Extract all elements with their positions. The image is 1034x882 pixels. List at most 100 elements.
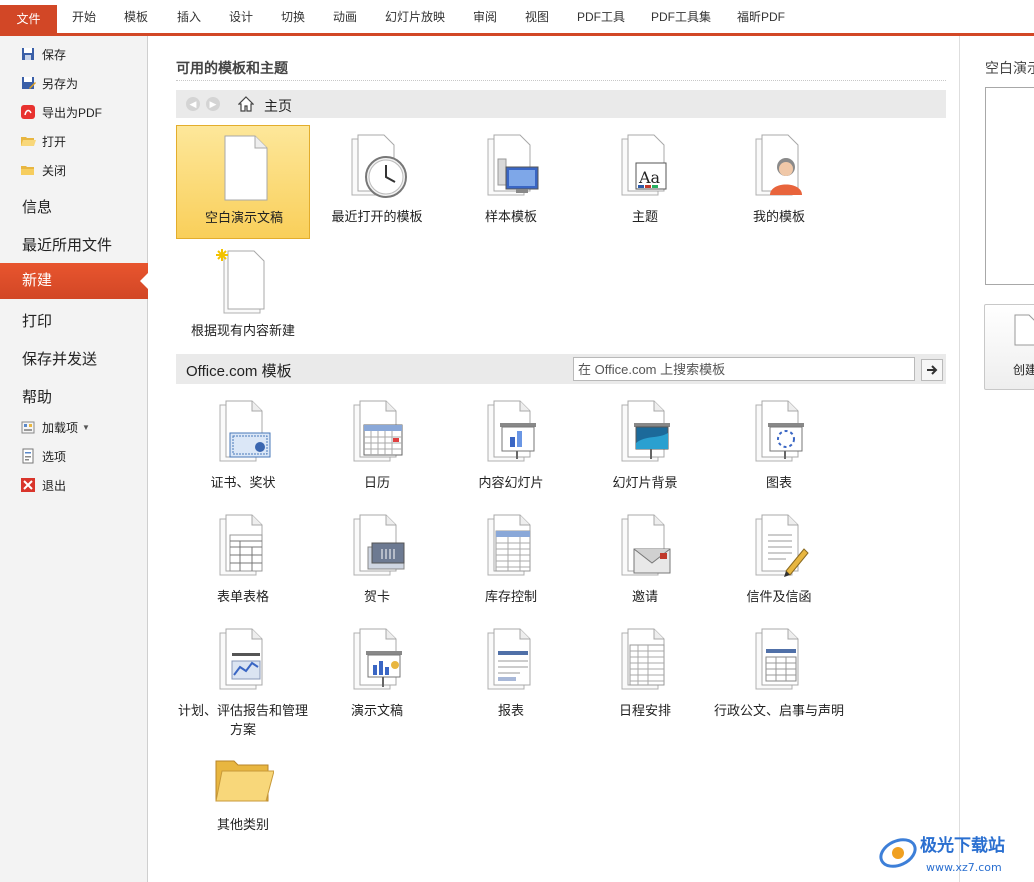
nav-open[interactable]: 打开 <box>20 131 66 151</box>
back-arrow-icon[interactable]: ◀ <box>186 97 200 111</box>
tab-transitions[interactable]: 切换 <box>281 8 305 25</box>
open-folder-icon <box>20 133 36 149</box>
tab-pdf-tools[interactable]: PDF工具 <box>577 8 625 25</box>
preview-pane: 空白演示 创建 <box>959 36 1034 882</box>
tile-label: 最近打开的模板 <box>331 209 423 224</box>
recent-clock-icon <box>351 134 407 198</box>
tile-office-template[interactable]: 信件及信函 <box>712 505 846 619</box>
tile-recent-templates[interactable]: 最近打开的模板 <box>310 125 444 239</box>
tile-office-template[interactable]: 幻灯片背景 <box>578 391 712 505</box>
office-templates-title: Office.com 模板 <box>186 363 292 380</box>
tile-sample-templates[interactable]: 样本模板 <box>444 125 578 239</box>
tab-templates[interactable]: 模板 <box>124 8 148 25</box>
nav-new[interactable]: 新建 <box>0 263 149 299</box>
ribbon-tab-bar: 文件 开始 模板 插入 设计 切换 动画 幻灯片放映 审阅 视图 PDF工具 P… <box>0 0 1034 36</box>
search-go-button[interactable] <box>921 359 943 381</box>
tile-office-template[interactable]: 演示文稿 <box>310 619 444 733</box>
tab-review[interactable]: 审阅 <box>473 8 497 25</box>
sample-template-icon <box>487 134 539 196</box>
nav-recent[interactable]: 最近所用文件 <box>22 234 112 255</box>
tile-new-from-existing[interactable]: 根据现有内容新建 <box>176 239 310 353</box>
preview-thumbnail <box>985 87 1034 285</box>
tile-label: 图表 <box>765 475 792 490</box>
nav-save-send[interactable]: 保存并发送 <box>22 348 97 369</box>
tile-label: 信件及信函 <box>746 589 812 604</box>
nav-print[interactable]: 打印 <box>22 310 52 331</box>
save-as-icon <box>20 75 36 91</box>
tile-label: 演示文稿 <box>350 703 403 718</box>
nav-save[interactable]: 保存 <box>20 44 66 64</box>
watermark-text: 极光下载站 <box>920 835 1005 856</box>
tile-office-template[interactable]: 表单表格 <box>176 505 310 619</box>
svg-text:Aa: Aa <box>638 168 661 187</box>
watermark-url: www.xz7.com <box>926 861 1002 874</box>
tile-office-template[interactable]: 计划、评估报告和管理方案 <box>176 619 310 737</box>
nav-close[interactable]: 关闭 <box>20 160 66 180</box>
nav-info[interactable]: 信息 <box>22 196 52 217</box>
tile-blank-presentation[interactable]: 空白演示文稿 <box>176 125 310 239</box>
form-table-icon <box>219 514 263 576</box>
nav-export-pdf-label: 导出为PDF <box>42 105 103 120</box>
tab-foxit-pdf[interactable]: 福昕PDF <box>737 8 785 25</box>
arrow-right-icon <box>927 365 938 375</box>
tab-insert[interactable]: 插入 <box>177 8 201 25</box>
official-document-icon <box>755 628 799 690</box>
nav-save-as[interactable]: 另存为 <box>20 73 78 93</box>
home-breadcrumb[interactable]: 主页 <box>264 96 292 116</box>
tile-office-template[interactable]: 证书、奖状 <box>176 391 310 505</box>
nav-save-label: 保存 <box>42 47 67 62</box>
new-from-existing-icon <box>216 249 265 314</box>
nav-options[interactable]: 选项 <box>20 446 66 466</box>
tab-pdf-toolset[interactable]: PDF工具集 <box>651 8 711 25</box>
create-button-label: 创建 <box>1013 363 1034 377</box>
tile-label: 空白演示文稿 <box>204 210 283 225</box>
tile-my-templates[interactable]: 我的模板 <box>712 125 846 239</box>
nav-options-label: 选项 <box>42 449 67 464</box>
tile-label: 证书、奖状 <box>210 475 276 490</box>
slide-background-icon <box>621 400 670 462</box>
tab-view[interactable]: 视图 <box>525 8 549 25</box>
tile-office-template[interactable]: 邀请 <box>578 505 712 619</box>
letter-icon <box>755 514 809 577</box>
tile-office-template[interactable]: 报表 <box>444 619 578 733</box>
theme-aa-icon: Aa <box>621 134 667 196</box>
available-templates-title: 可用的模板和主题 <box>176 60 288 76</box>
tab-home[interactable]: 开始 <box>72 8 96 25</box>
greeting-card-icon <box>353 514 405 576</box>
tab-file[interactable]: 文件 <box>0 5 57 33</box>
presentation-icon <box>353 628 402 690</box>
tab-slideshow[interactable]: 幻灯片放映 <box>385 8 445 25</box>
save-icon <box>20 46 36 62</box>
tile-office-template[interactable]: 贺卡 <box>310 505 444 619</box>
watermark-logo: 极光下载站 www.xz7.com <box>876 829 1026 877</box>
tile-label: 贺卡 <box>363 589 390 604</box>
tile-label: 其他类别 <box>216 817 269 832</box>
tile-office-template[interactable]: 日历 <box>310 391 444 505</box>
forward-arrow-icon[interactable]: ▶ <box>206 97 220 111</box>
tile-office-template[interactable]: 其他类别 <box>176 733 310 847</box>
tile-office-template[interactable]: 内容幻灯片 <box>444 391 578 505</box>
tile-office-template[interactable]: 库存控制 <box>444 505 578 619</box>
tab-design[interactable]: 设计 <box>229 8 253 25</box>
tile-themes[interactable]: Aa 主题 <box>578 125 712 239</box>
tile-label: 行政公文、启事与声明 <box>713 703 844 718</box>
nav-addins[interactable]: 加载项 ▼ <box>20 417 90 437</box>
preview-title: 空白演示 <box>985 60 1034 76</box>
tile-label: 主题 <box>631 209 658 224</box>
tile-label: 日程安排 <box>618 703 671 718</box>
tile-office-template[interactable]: 图表 <box>712 391 846 505</box>
nav-help[interactable]: 帮助 <box>22 386 52 407</box>
create-button[interactable]: 创建 <box>984 304 1034 390</box>
nav-export-pdf[interactable]: 导出为PDF <box>20 102 102 122</box>
chevron-down-icon: ▼ <box>82 422 90 432</box>
close-folder-icon <box>20 162 36 178</box>
tile-label: 表单表格 <box>216 589 269 604</box>
home-icon[interactable] <box>238 96 254 112</box>
tab-animations[interactable]: 动画 <box>333 8 357 25</box>
tile-office-template[interactable]: 行政公文、启事与声明 <box>712 619 846 733</box>
nav-exit[interactable]: 退出 <box>20 475 66 495</box>
template-search-input[interactable] <box>573 357 915 381</box>
diagram-icon <box>755 400 804 462</box>
tile-office-template[interactable]: 日程安排 <box>578 619 712 733</box>
tile-label: 我的模板 <box>752 209 805 224</box>
